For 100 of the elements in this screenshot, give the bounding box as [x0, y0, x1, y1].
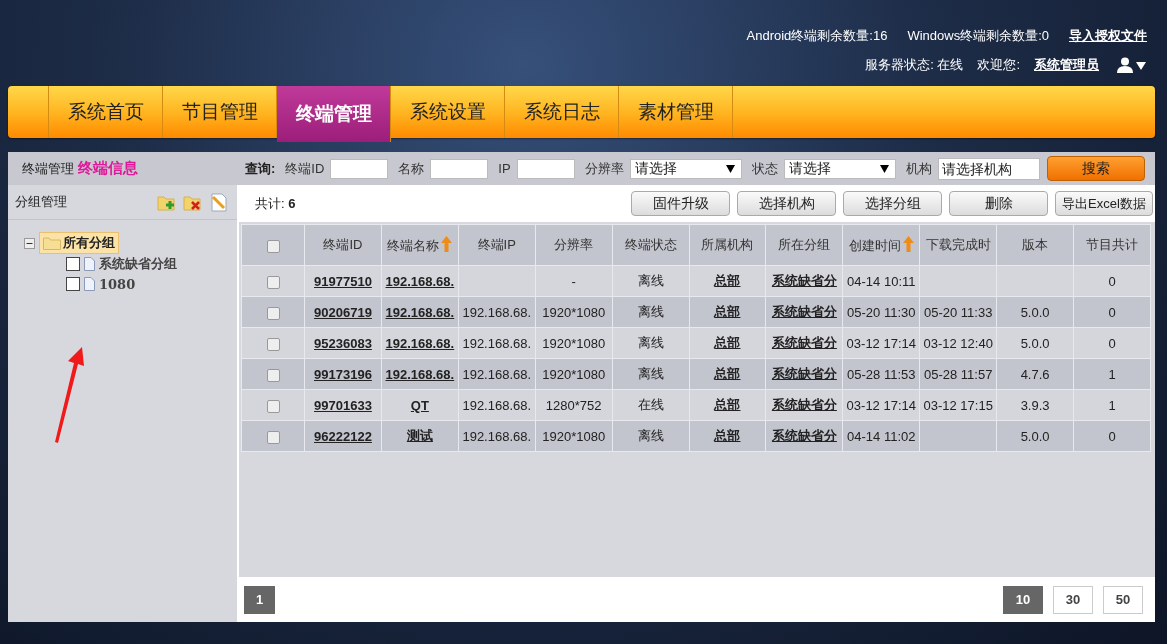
- row-checkbox[interactable]: [266, 399, 280, 413]
- filter-label: 终端ID: [285, 159, 325, 178]
- nav-tab[interactable]: 系统日志: [505, 86, 619, 138]
- toolbar-button[interactable]: 删除: [949, 191, 1048, 216]
- row-checkbox[interactable]: [266, 275, 280, 289]
- row-checkbox[interactable]: [266, 337, 280, 351]
- table-cell: 05-28 11:53: [847, 366, 916, 382]
- organization-picker[interactable]: 请选择机构: [937, 157, 1040, 180]
- table-cell: 04-14 11:02: [847, 428, 916, 444]
- table-link[interactable]: 测试: [406, 428, 433, 443]
- column-header[interactable]: 版本: [996, 224, 1074, 266]
- table-cell: 1920*1080: [542, 428, 606, 444]
- filter-input[interactable]: [330, 158, 389, 179]
- table-cell: 3.9.3: [1020, 397, 1050, 413]
- user-menu-icon[interactable]: [1117, 57, 1147, 73]
- nav-tab[interactable]: 素材管理: [619, 86, 733, 138]
- table-cell: 0: [1108, 335, 1116, 351]
- table-cell: 03-12 17:14: [846, 397, 916, 413]
- table-cell: 1920*1080: [542, 335, 606, 351]
- welcome-label: 欢迎您:: [977, 56, 1020, 74]
- filter-input[interactable]: [516, 158, 575, 179]
- add-folder-icon[interactable]: [157, 193, 175, 211]
- table-cell: 离线: [637, 366, 664, 381]
- table-cell: 192.168.68.: [462, 304, 532, 320]
- terminal-count: Android终端剩余数量:16: [746, 27, 888, 45]
- user-name-link[interactable]: 系统管理员: [1034, 56, 1099, 74]
- row-checkbox[interactable]: [266, 368, 280, 382]
- column-header[interactable]: 终端名称: [381, 224, 459, 266]
- file-icon: [84, 277, 95, 291]
- page-size-button[interactable]: 10: [1003, 585, 1043, 614]
- server-status: 服务器状态: 在线: [865, 56, 964, 74]
- table-cell: -: [571, 273, 576, 289]
- column-header[interactable]: 终端ID: [304, 224, 382, 266]
- breadcrumb-section: 终端管理: [22, 159, 74, 178]
- import-license-link[interactable]: 导入授权文件: [1069, 27, 1147, 45]
- sort-up-icon[interactable]: [441, 235, 453, 252]
- table-cell: 5.0.0: [1020, 428, 1050, 444]
- table-cell: 离线: [637, 335, 664, 350]
- table-link[interactable]: 总部: [714, 273, 741, 288]
- table-cell: 03-12 12:40: [923, 335, 993, 351]
- row-checkbox[interactable]: [266, 306, 280, 320]
- collapse-icon[interactable]: [24, 237, 35, 249]
- toolbar-button[interactable]: 固件升级: [631, 191, 730, 216]
- column-header[interactable]: 分辨率: [535, 224, 613, 266]
- table-link[interactable]: QT: [410, 397, 429, 413]
- table-cell: 1: [1108, 366, 1116, 382]
- table-link[interactable]: 总部: [714, 335, 741, 350]
- nav-tab[interactable]: 系统设置: [391, 86, 505, 138]
- caret-icon: [879, 164, 889, 173]
- table-cell: 0: [1108, 273, 1116, 289]
- toolbar-button[interactable]: 选择机构: [737, 191, 836, 216]
- table-link[interactable]: 总部: [714, 304, 741, 319]
- filter-dropdown[interactable]: 请选择: [629, 158, 742, 179]
- nav-tab[interactable]: 终端管理: [277, 86, 391, 142]
- tree-node[interactable]: 1080: [99, 276, 136, 292]
- toolbar-button[interactable]: 选择分组: [843, 191, 942, 216]
- row-checkbox[interactable]: [266, 430, 280, 444]
- tree-node[interactable]: 系统缺省分组: [99, 255, 177, 273]
- column-header[interactable]: 创建时间: [842, 224, 920, 266]
- query-label: 查询:: [245, 159, 276, 178]
- table-cell: 192.168.68.: [462, 335, 532, 351]
- terminal-count: Windows终端剩余数量:0: [907, 27, 1049, 45]
- table-cell: 192.168.68.: [462, 428, 532, 444]
- column-header[interactable]: 节目共计: [1073, 224, 1151, 266]
- table-link[interactable]: 总部: [714, 428, 741, 443]
- table-link[interactable]: 总部: [714, 397, 741, 412]
- caret-icon: [725, 164, 735, 173]
- table-cell: 5.0.0: [1020, 304, 1050, 320]
- page-size-button[interactable]: 30: [1053, 585, 1093, 614]
- toolbar-button[interactable]: 导出Excel数据: [1055, 191, 1153, 216]
- edit-icon[interactable]: [209, 192, 229, 212]
- table-cell: 离线: [637, 304, 664, 319]
- column-header[interactable]: 终端IP: [458, 224, 536, 266]
- table-cell: 0: [1108, 304, 1116, 320]
- filter-input[interactable]: [430, 158, 489, 179]
- filter-label: 分辨率: [584, 159, 624, 178]
- filter-label: 状态: [751, 159, 778, 178]
- tree-checkbox[interactable]: [66, 277, 80, 291]
- filter-dropdown[interactable]: 请选择: [783, 158, 896, 179]
- table-cell: 03-12 17:14: [846, 335, 916, 351]
- page-title: 终端信息: [78, 159, 138, 178]
- column-header[interactable]: 所属机构: [689, 224, 766, 266]
- column-header[interactable]: 下载完成时: [919, 224, 997, 266]
- delete-folder-icon[interactable]: [183, 193, 201, 211]
- tree-checkbox[interactable]: [66, 257, 80, 271]
- filter-label: 机构: [905, 159, 932, 178]
- page-button[interactable]: 1: [244, 585, 275, 614]
- nav-tab[interactable]: 系统首页: [49, 86, 163, 138]
- select-all-checkbox[interactable]: [266, 239, 280, 253]
- table-cell: 1: [1108, 397, 1116, 413]
- table-cell: 离线: [637, 428, 664, 443]
- search-button[interactable]: 搜索: [1047, 156, 1145, 181]
- page-size-button[interactable]: 50: [1103, 585, 1143, 614]
- table-cell: 0: [1108, 428, 1116, 444]
- sort-up-icon[interactable]: [902, 235, 914, 252]
- column-header[interactable]: 所在分组: [765, 224, 843, 266]
- column-header[interactable]: 终端状态: [612, 224, 690, 266]
- table-link[interactable]: 总部: [714, 366, 741, 381]
- table-cell: 离线: [637, 273, 664, 288]
- tree-node[interactable]: 所有分组: [39, 232, 119, 254]
